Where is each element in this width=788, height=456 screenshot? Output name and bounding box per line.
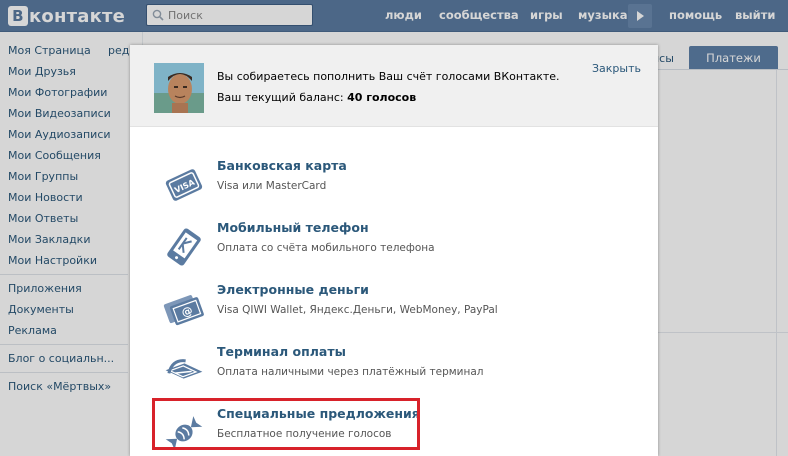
mobile-phone-icon [167, 228, 201, 266]
option-subtitle: Оплата наличными через платёжный термина… [217, 366, 484, 378]
option-subtitle: Visa QIWI Wallet, Яндекс.Деньги, WebMone… [217, 304, 498, 316]
balance-text: Ваш текущий баланс: 40 голосов [217, 91, 416, 104]
avatar [154, 63, 204, 113]
balance-label: Ваш текущий баланс: [217, 91, 348, 104]
highlight-box [152, 398, 420, 450]
option-bank-card[interactable]: VISA Банковская карта Visa или MasterCar… [154, 155, 634, 211]
e-money-icon: @ [163, 295, 204, 326]
option-title[interactable]: Электронные деньги [217, 282, 369, 297]
payment-terminal-icon [165, 359, 203, 379]
modal-intro-text: Вы собираетесь пополнить Ваш счёт голоса… [217, 70, 560, 83]
option-subtitle: Оплата со счёта мобильного телефона [217, 242, 435, 254]
modal-header: Вы собираетесь пополнить Ваш счёт голоса… [130, 45, 658, 127]
balance-value: 40 голосов [347, 91, 417, 104]
option-title[interactable]: Мобильный телефон [217, 220, 369, 235]
visa-card-icon: VISA [165, 169, 203, 201]
payment-modal: Вы собираетесь пополнить Ваш счёт голоса… [130, 45, 658, 456]
option-title[interactable]: Терминал оплаты [217, 344, 346, 359]
option-e-money[interactable]: @ Электронные деньги Visa QIWI Wallet, Я… [154, 279, 634, 335]
option-subtitle: Visa или MasterCard [217, 180, 327, 192]
avatar-photo [154, 63, 204, 113]
option-mobile-phone[interactable]: Мобильный телефон Оплата со счёта мобиль… [154, 217, 634, 273]
option-payment-terminal[interactable]: Терминал оплаты Оплата наличными через п… [154, 341, 634, 397]
option-title[interactable]: Банковская карта [217, 158, 347, 173]
close-button[interactable]: Закрыть [592, 62, 641, 75]
